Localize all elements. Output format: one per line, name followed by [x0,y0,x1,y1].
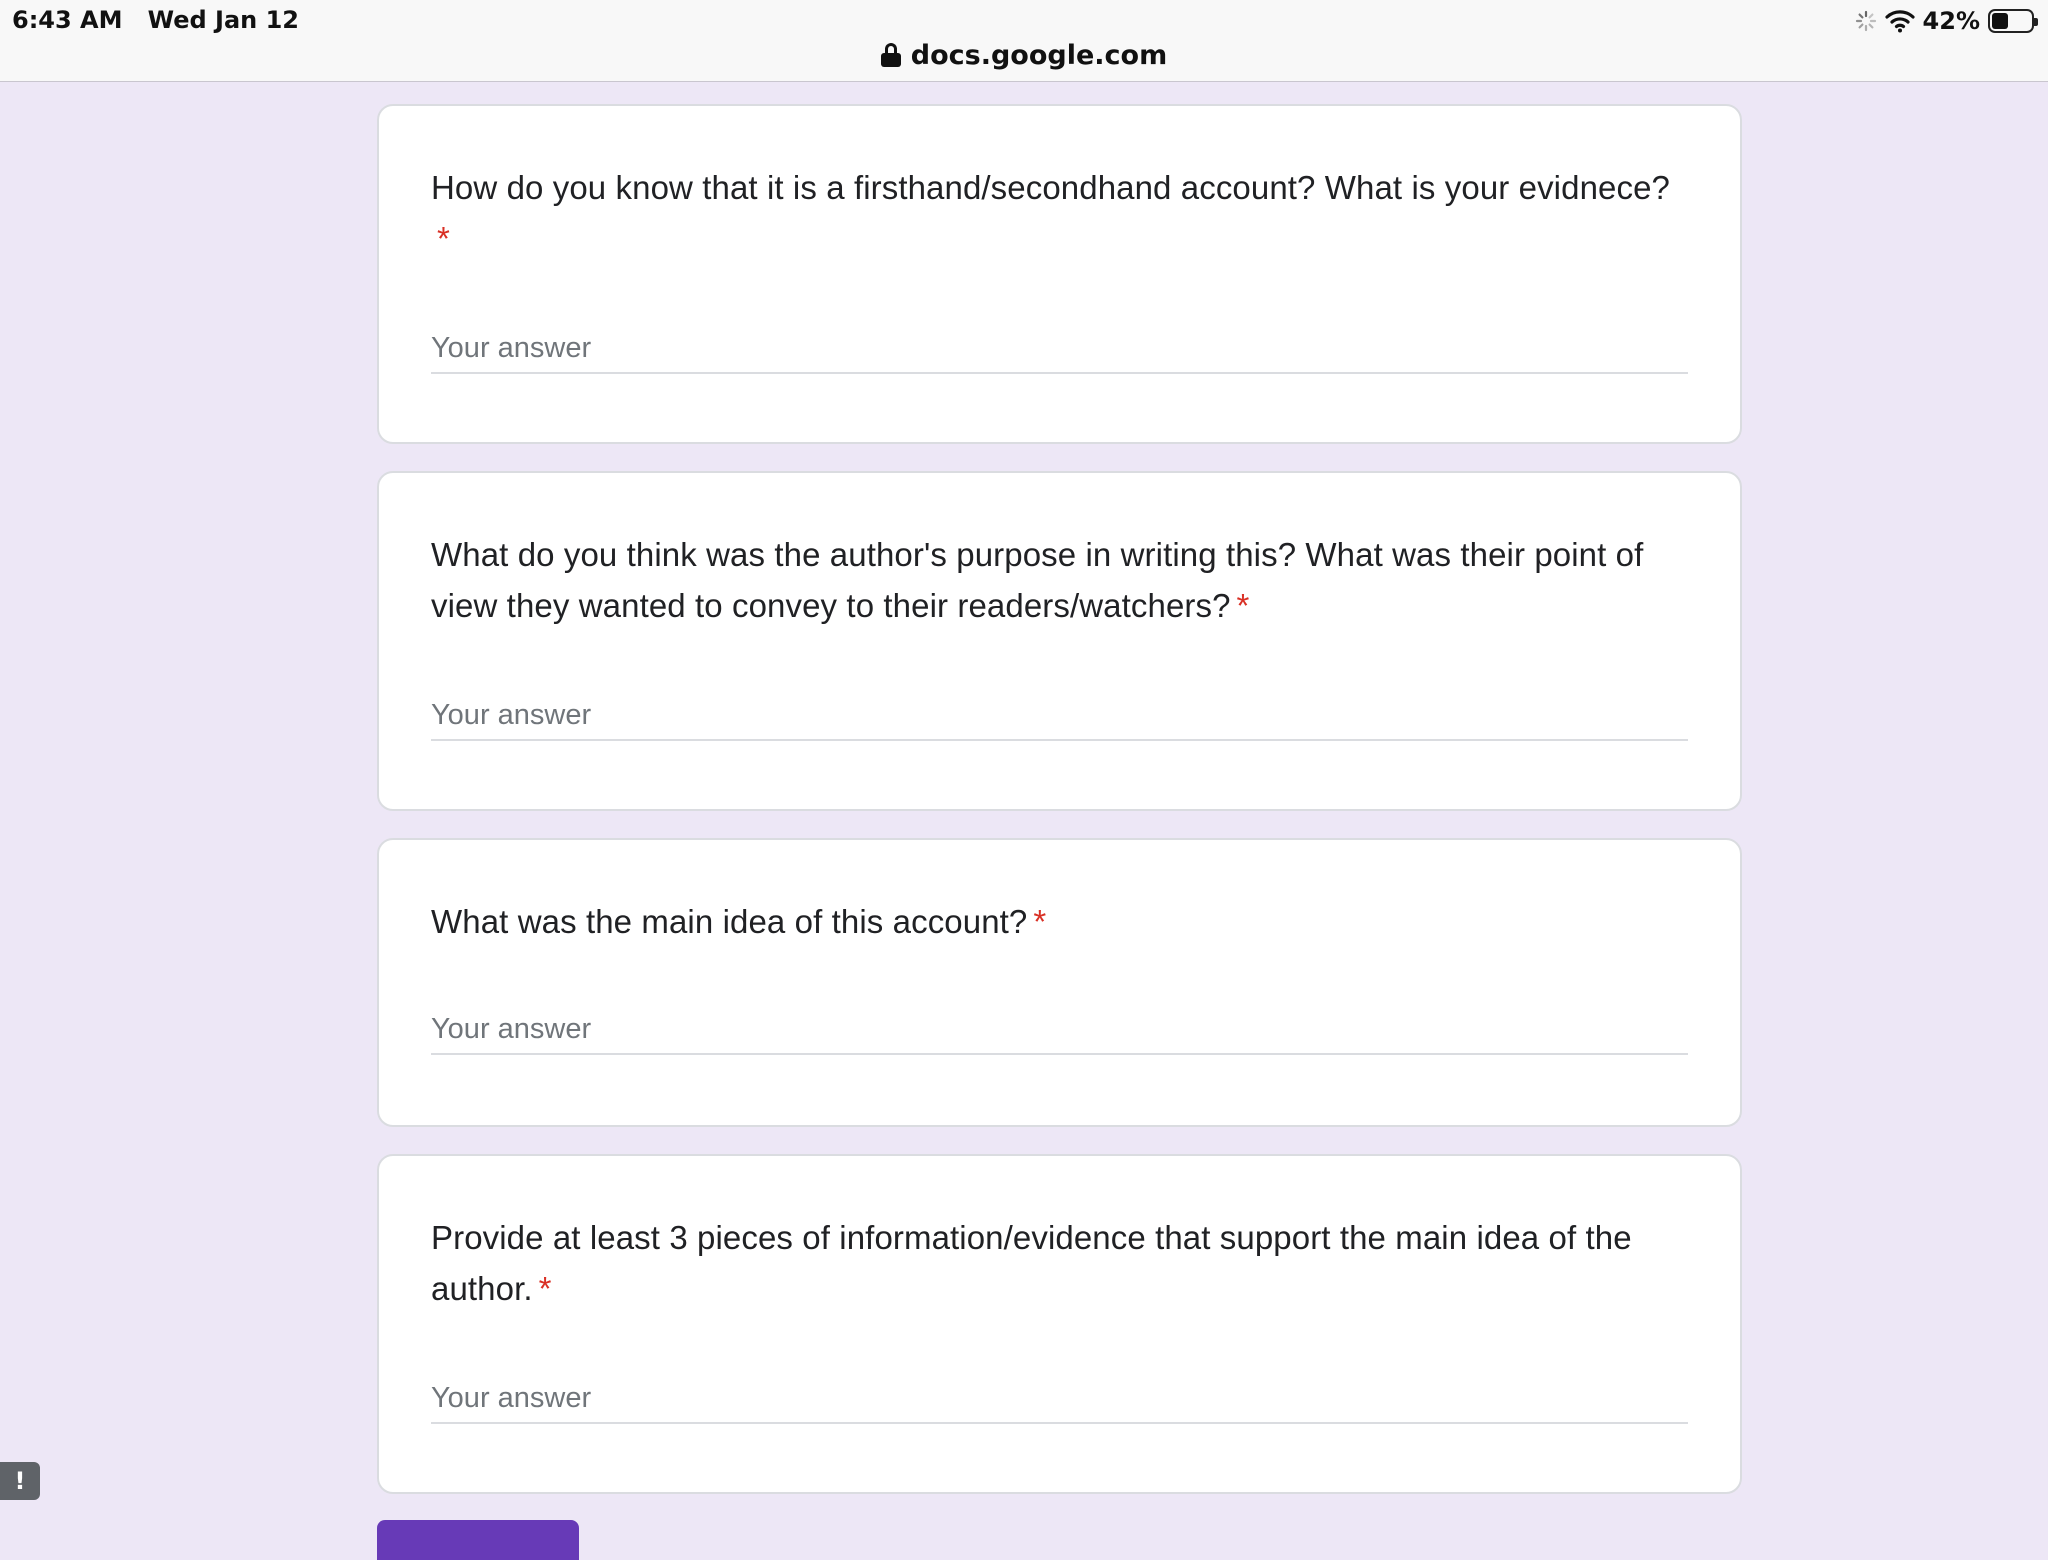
battery-icon [1988,9,2038,33]
answer-input[interactable] [431,1012,1688,1046]
question-card: What was the main idea of this account? * [377,838,1742,1127]
submit-button[interactable] [377,1520,579,1560]
form-questions: How do you know that it is a firsthand/s… [377,104,1742,1521]
answer-field[interactable] [431,1005,1688,1055]
question-text: Provide at least 3 pieces of information… [431,1219,1632,1307]
answer-field[interactable] [431,324,1688,374]
status-bar: 6:43 AM Wed Jan 12 42% docs.google.com [0,0,2048,82]
question-card: How do you know that it is a firsthand/s… [377,104,1742,444]
answer-field[interactable] [431,1374,1688,1424]
question-title: What was the main idea of this account? * [431,896,1688,947]
required-asterisk: * [538,1270,552,1307]
wifi-icon [1884,10,1915,33]
status-time-date: 6:43 AM Wed Jan 12 [12,6,299,34]
answer-input[interactable] [431,1381,1688,1415]
required-asterisk: * [1236,587,1250,624]
answer-input[interactable] [431,698,1688,732]
url-text: docs.google.com [910,39,1168,71]
loading-spinner-icon [1855,10,1876,32]
question-text: What do you think was the author's purpo… [431,536,1644,624]
required-asterisk: * [1033,903,1047,940]
battery-percent: 42% [1922,7,1980,35]
report-label: ! [14,1467,26,1495]
question-title: What do you think was the author's purpo… [431,529,1688,631]
status-time: 6:43 AM [12,6,123,34]
question-card: What do you think was the author's purpo… [377,471,1742,811]
lock-icon [880,43,901,67]
required-asterisk: * [437,220,450,257]
question-title: How do you know that it is a firsthand/s… [431,162,1688,264]
question-title: Provide at least 3 pieces of information… [431,1212,1688,1314]
battery-level [1992,13,2008,29]
question-text: What was the main idea of this account? [431,903,1028,940]
address-bar[interactable]: docs.google.com [0,36,2048,74]
report-problem-button[interactable]: ! [0,1462,40,1500]
question-card: Provide at least 3 pieces of information… [377,1154,1742,1494]
answer-field[interactable] [431,691,1688,741]
answer-input[interactable] [431,331,1688,365]
question-text: How do you know that it is a firsthand/s… [431,169,1670,206]
status-date: Wed Jan 12 [147,6,299,34]
status-indicators: 42% [1855,6,2038,36]
